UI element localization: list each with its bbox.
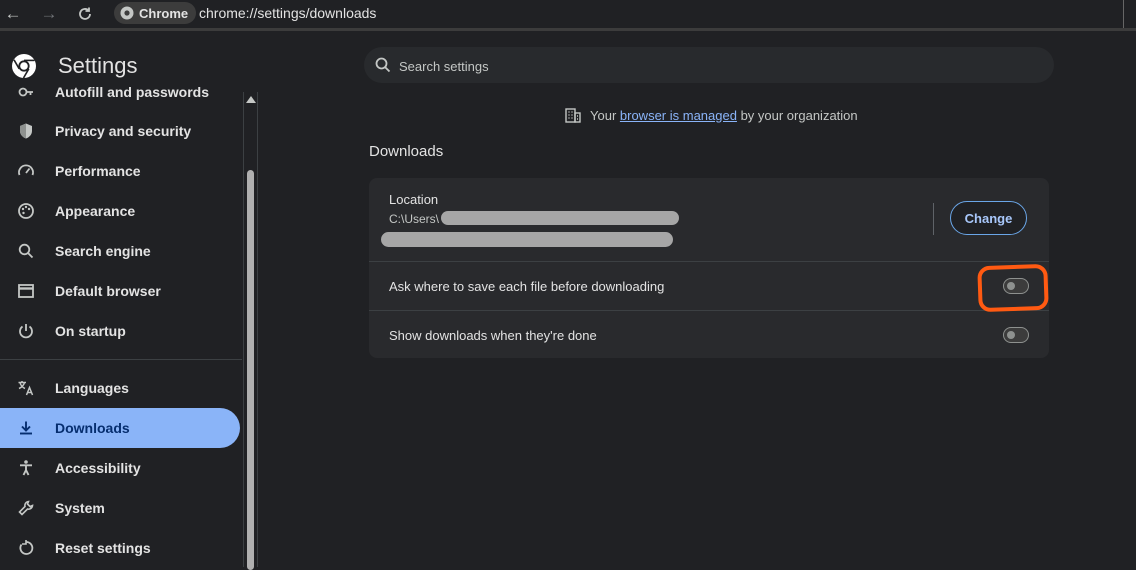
search-icon bbox=[375, 57, 391, 73]
back-arrow-icon[interactable]: ← bbox=[2, 4, 24, 24]
chrome-icon bbox=[120, 6, 134, 20]
address-bar[interactable]: chrome://settings/downloads bbox=[199, 5, 376, 21]
highlight-annotation bbox=[977, 263, 1049, 313]
reset-icon bbox=[16, 538, 36, 558]
scroll-thumb[interactable] bbox=[247, 170, 254, 570]
chrome-logo-icon bbox=[12, 54, 36, 79]
translate-icon bbox=[16, 378, 36, 398]
page-title: Settings bbox=[58, 53, 138, 78]
sidebar-item-label: Autofill and passwords bbox=[55, 85, 210, 100]
wrench-icon bbox=[16, 498, 36, 518]
sidebar-item-default-browser[interactable]: Default browser bbox=[0, 271, 240, 311]
sidebar-item-search-engine[interactable]: Search engine bbox=[0, 231, 240, 271]
scroll-up-arrow-icon[interactable] bbox=[246, 96, 256, 103]
location-label: Location bbox=[389, 192, 439, 207]
sidebar-item-label: Performance bbox=[55, 163, 141, 179]
sidebar-item-accessibility[interactable]: Accessibility bbox=[0, 448, 240, 488]
search-input[interactable] bbox=[397, 55, 1001, 77]
sidebar-item-label: Privacy and security bbox=[55, 123, 192, 139]
redaction-mark bbox=[441, 211, 679, 225]
building-icon bbox=[565, 108, 581, 123]
palette-icon bbox=[16, 201, 36, 221]
downloads-card: Location C:\Users\ Change Ask where to s… bbox=[369, 178, 1049, 358]
sidebar-item-languages[interactable]: Languages bbox=[0, 368, 240, 408]
section-title: Downloads bbox=[369, 143, 444, 160]
sidebar-item-label: Default browser bbox=[55, 283, 161, 299]
redaction-mark bbox=[381, 232, 673, 247]
toggle-knob bbox=[1007, 331, 1015, 339]
window-edge bbox=[1123, 0, 1136, 28]
sidebar-item-appearance[interactable]: Appearance bbox=[0, 191, 240, 231]
sidebar-item-reset-settings[interactable]: Reset settings bbox=[0, 528, 240, 567]
sidebar-item-autofill[interactable]: Autofill and passwords bbox=[0, 85, 240, 112]
accessibility-icon bbox=[16, 458, 36, 478]
sidebar-item-privacy[interactable]: Privacy and security bbox=[0, 111, 240, 151]
sidebar-item-label: Accessibility bbox=[55, 460, 141, 476]
search-bar[interactable] bbox=[364, 47, 1054, 83]
vertical-separator bbox=[933, 203, 934, 235]
managed-text: Your browser is managed by your organiza… bbox=[590, 107, 858, 123]
show-when-done-row[interactable]: Show downloads when they're done bbox=[369, 310, 1049, 360]
sidebar-item-downloads[interactable]: Downloads bbox=[0, 408, 240, 448]
key-icon bbox=[16, 85, 36, 102]
sidebar: Autofill and passwords Privacy and secur… bbox=[0, 85, 243, 567]
sidebar-item-performance[interactable]: Performance bbox=[0, 151, 240, 191]
location-row: Location C:\Users\ Change bbox=[369, 178, 1049, 261]
sidebar-item-label: Languages bbox=[55, 380, 129, 396]
show-when-done-label: Show downloads when they're done bbox=[389, 328, 597, 343]
power-icon bbox=[16, 321, 36, 341]
search-icon bbox=[16, 241, 36, 261]
browser-window-icon bbox=[16, 281, 36, 301]
site-info-label: Chrome bbox=[139, 5, 189, 21]
sidebar-item-label: Downloads bbox=[55, 420, 130, 436]
ask-where-label: Ask where to save each file before downl… bbox=[389, 279, 665, 294]
change-button[interactable]: Change bbox=[950, 201, 1027, 235]
managed-link[interactable]: browser is managed bbox=[620, 108, 737, 123]
sidebar-item-on-startup[interactable]: On startup bbox=[0, 311, 240, 351]
download-icon bbox=[16, 418, 36, 438]
sidebar-divider bbox=[0, 359, 242, 360]
browser-toolbar: ← → Chrome chrome://settings/downloads bbox=[0, 0, 1136, 31]
site-info-chip[interactable]: Chrome bbox=[114, 2, 197, 24]
reload-icon[interactable] bbox=[74, 4, 96, 24]
forward-arrow-icon[interactable]: → bbox=[38, 4, 60, 24]
ask-where-row[interactable]: Ask where to save each file before downl… bbox=[369, 261, 1049, 311]
sidebar-item-system[interactable]: System bbox=[0, 488, 240, 528]
shield-icon bbox=[16, 121, 36, 141]
sidebar-item-label: Reset settings bbox=[55, 540, 151, 556]
location-path: C:\Users\ bbox=[389, 212, 440, 226]
sidebar-item-label: System bbox=[55, 500, 105, 516]
managed-notice: Your browser is managed by your organiza… bbox=[564, 106, 858, 124]
sidebar-item-label: Search engine bbox=[55, 243, 151, 259]
speedometer-icon bbox=[16, 161, 36, 181]
sidebar-item-label: Appearance bbox=[55, 203, 136, 219]
sidebar-item-label: On startup bbox=[55, 323, 126, 339]
show-when-done-toggle[interactable] bbox=[1003, 327, 1029, 343]
sidebar-scrollbar[interactable] bbox=[243, 92, 258, 570]
